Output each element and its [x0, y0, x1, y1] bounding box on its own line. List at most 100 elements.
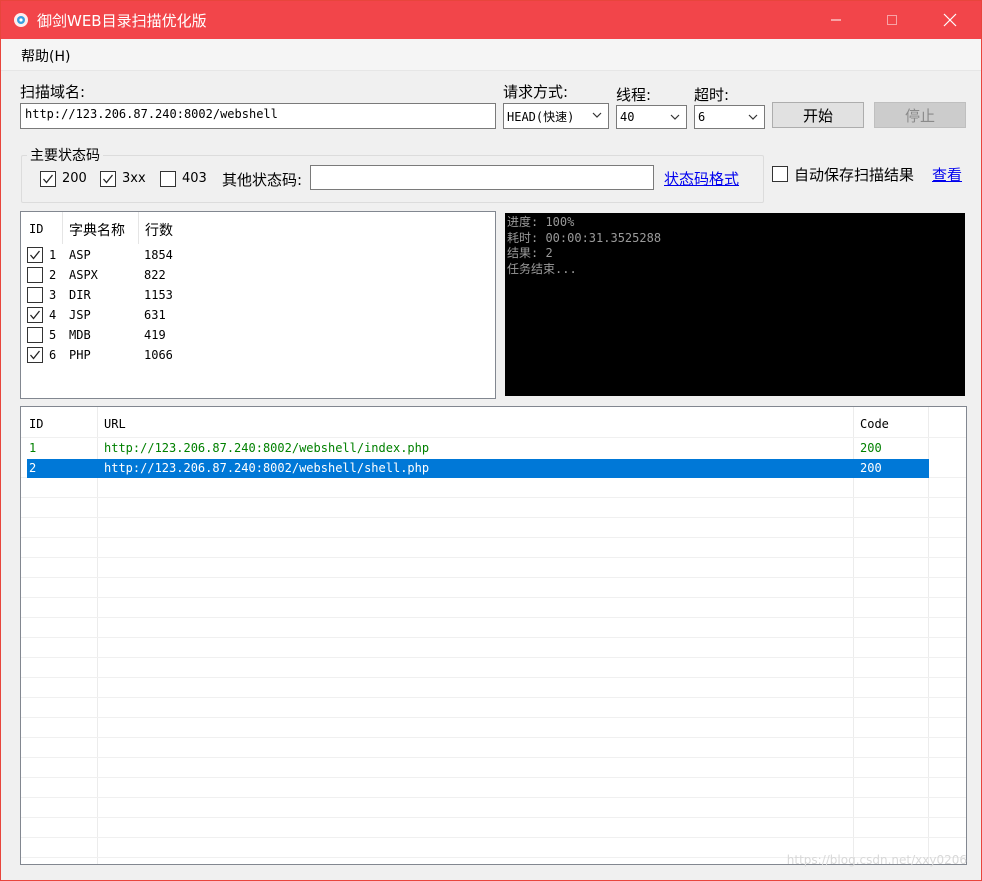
dict-name: ASP [69, 248, 91, 262]
autosave-checkbox[interactable] [772, 166, 788, 182]
results-header-code[interactable]: Code [860, 417, 889, 431]
row-gridline [21, 497, 966, 498]
dictionary-list[interactable]: ID 字典名称 行数 1 ASP 1854 2 ASPX 822 3 DIR 1… [20, 211, 496, 399]
row-gridline [21, 797, 966, 798]
table-row[interactable]: 1 http://123.206.87.240:8002/webshell/in… [27, 439, 929, 458]
checkmark-icon [43, 174, 54, 184]
result-url: http://123.206.87.240:8002/webshell/inde… [104, 441, 430, 455]
checkmark-icon [30, 250, 41, 260]
dict-header-name[interactable]: 字典名称 [69, 220, 125, 240]
checkmark-icon [30, 310, 41, 320]
checkmark-icon [30, 350, 41, 360]
dict-header-id[interactable]: ID [29, 222, 43, 236]
dict-header-lines[interactable]: 行数 [145, 220, 173, 240]
table-row[interactable]: 2 http://123.206.87.240:8002/webshell/sh… [27, 459, 929, 478]
dict-lines: 822 [144, 268, 166, 282]
window-title: 御剑WEB目录扫描优化版 [37, 12, 207, 30]
checkbox-403[interactable] [160, 171, 176, 187]
other-codes-input[interactable] [310, 165, 654, 190]
dict-row[interactable]: 5 MDB 419 [21, 325, 495, 345]
dict-name: MDB [69, 328, 91, 342]
results-header-id[interactable]: ID [29, 417, 43, 431]
results-header-url[interactable]: URL [104, 417, 126, 431]
chevron-down-icon [670, 114, 680, 120]
row-gridline [21, 537, 966, 538]
gear-icon [14, 13, 28, 27]
dict-name: DIR [69, 288, 91, 302]
checkbox-3xx[interactable] [100, 171, 116, 187]
dict-row[interactable]: 4 JSP 631 [21, 305, 495, 325]
threads-label: 线程: [616, 86, 652, 104]
dict-name: PHP [69, 348, 91, 362]
dict-id: 5 [49, 328, 57, 342]
dict-checkbox[interactable] [27, 247, 43, 263]
start-button[interactable]: 开始 [772, 102, 864, 128]
dict-row[interactable]: 3 DIR 1153 [21, 285, 495, 305]
row-gridline [21, 577, 966, 578]
dict-lines: 631 [144, 308, 166, 322]
dict-id: 3 [49, 288, 57, 302]
dict-row[interactable]: 1 ASP 1854 [21, 245, 495, 265]
timeout-value: 6 [698, 110, 706, 124]
method-select[interactable]: HEAD(快速) [503, 103, 609, 129]
dict-lines: 419 [144, 328, 166, 342]
close-icon [943, 13, 957, 27]
dict-id: 4 [49, 308, 57, 322]
watermark: https://blog.csdn.net/xxy0206 [786, 853, 967, 867]
app-window: 御剑WEB目录扫描优化版 帮助(H) 扫描域名: http://123.206.… [0, 0, 982, 881]
row-gridline [21, 717, 966, 718]
dict-checkbox[interactable] [27, 327, 43, 343]
result-id: 2 [29, 461, 37, 475]
checkbox-200-label: 200 [62, 171, 87, 186]
close-button[interactable] [927, 1, 973, 39]
view-link[interactable]: 查看 [932, 164, 962, 185]
dict-lines: 1854 [144, 248, 173, 262]
timeout-label: 超时: [694, 86, 730, 104]
checkmark-icon [103, 174, 114, 184]
dict-row[interactable]: 2 ASPX 822 [21, 265, 495, 285]
minimize-icon [831, 19, 841, 21]
console-line-status: 任务结束... [507, 261, 577, 276]
dict-row[interactable]: 6 PHP 1066 [21, 345, 495, 365]
dict-id: 1 [49, 248, 57, 262]
dict-checkbox[interactable] [27, 307, 43, 323]
checkbox-3xx-label: 3xx [122, 171, 146, 186]
dict-lines: 1066 [144, 348, 173, 362]
row-gridline [21, 757, 966, 758]
dict-lines: 1153 [144, 288, 173, 302]
menu-help[interactable]: 帮助(H) [21, 46, 70, 66]
row-gridline [21, 817, 966, 818]
row-gridline [21, 657, 966, 658]
stop-button[interactable]: 停止 [874, 102, 966, 128]
dict-id: 6 [49, 348, 57, 362]
row-gridline [21, 597, 966, 598]
dict-checkbox[interactable] [27, 347, 43, 363]
progress-console[interactable]: 进度: 100% 耗时: 00:00:31.3525288 结果: 2 任务结束… [505, 213, 965, 396]
maximize-icon [887, 15, 897, 25]
row-gridline [21, 617, 966, 618]
checkbox-403-label: 403 [182, 171, 207, 186]
minimize-button[interactable] [813, 1, 859, 39]
status-code-group-title: 主要状态码 [27, 145, 103, 165]
row-gridline [21, 637, 966, 638]
row-gridline [21, 697, 966, 698]
row-gridline [21, 677, 966, 678]
row-gridline [21, 517, 966, 518]
column-divider [62, 212, 63, 244]
checkbox-200[interactable] [40, 171, 56, 187]
maximize-button[interactable] [869, 1, 915, 39]
autosave-label: 自动保存扫描结果 [794, 166, 915, 184]
row-gridline [21, 737, 966, 738]
console-line-result: 结果: 2 [507, 246, 553, 260]
dict-id: 2 [49, 268, 57, 282]
dict-checkbox[interactable] [27, 287, 43, 303]
row-gridline [21, 777, 966, 778]
timeout-select[interactable]: 6 [694, 105, 765, 129]
threads-select[interactable]: 40 [616, 105, 687, 129]
domain-input[interactable]: http://123.206.87.240:8002/webshell [20, 103, 496, 129]
status-format-link[interactable]: 状态码格式 [664, 168, 739, 189]
dict-checkbox[interactable] [27, 267, 43, 283]
row-gridline [21, 437, 966, 438]
title-bar: 御剑WEB目录扫描优化版 [1, 1, 981, 39]
results-table[interactable]: ID URL Code 1 http://123.206.87.240:8002… [20, 406, 967, 865]
